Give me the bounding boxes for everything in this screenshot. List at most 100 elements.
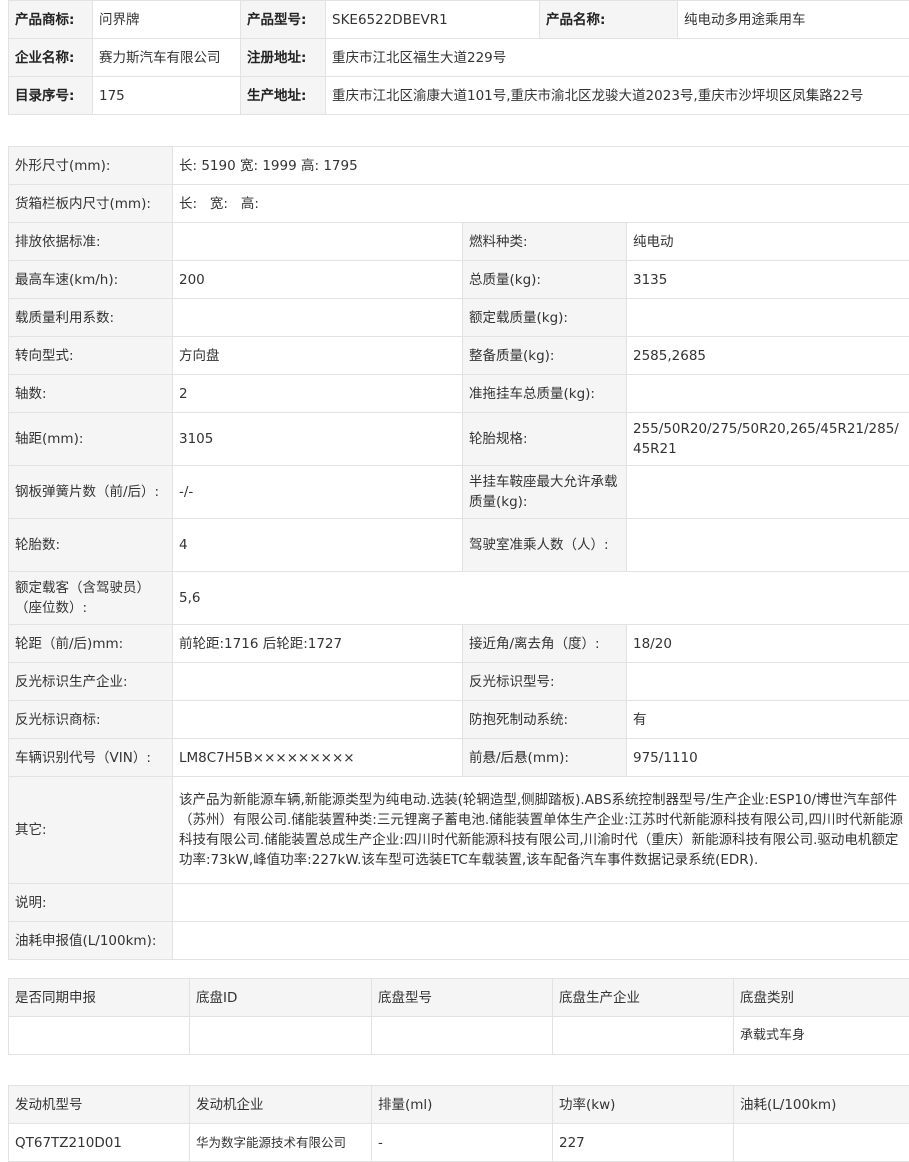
reflect-brand-label: 反光标识商标: [9, 701, 173, 739]
engine-displacement: - [372, 1124, 553, 1162]
company-label: 企业名称: [9, 39, 93, 77]
trailer-label: 准拖挂车总质量(kg): [463, 375, 627, 413]
spec-row: 转向型式: 方向盘 整备质量(kg): 2585,2685 [9, 337, 909, 375]
saddle-label: 半挂车鞍座最大允许承载质量(kg): [463, 466, 627, 519]
header-row-1: 产品商标: 问界牌 产品型号: SKE6522DBEVR1 产品名称: 纯电动多… [9, 1, 909, 39]
chassis-header-row: 是否同期申报 底盘ID 底盘型号 底盘生产企业 底盘类别 [9, 979, 909, 1017]
spring-value: -/- [173, 466, 463, 519]
engine-table: 发动机型号 发动机企业 排量(ml) 功率(kw) 油耗(L/100km) QT… [8, 1085, 909, 1162]
axles-label: 轴数: [9, 375, 173, 413]
reg-addr-value: 重庆市江北区福生大道229号 [326, 39, 909, 77]
saddle-value [627, 466, 909, 519]
brand-label: 产品商标: [9, 1, 93, 39]
cab-value [627, 519, 909, 572]
reflect-mfr-value [173, 663, 463, 701]
chassis-header-type: 底盘类别 [734, 979, 909, 1017]
gross-label: 总质量(kg): [463, 261, 627, 299]
spec-row: 载质量利用系数: 额定载质量(kg): [9, 299, 909, 337]
spec-row: 说明: [9, 884, 909, 922]
spec-row: 额定载客（含驾驶员）（座位数）: 5,6 [9, 572, 909, 625]
seats-value: 5,6 [173, 572, 909, 625]
product-header-table: 产品商标: 问界牌 产品型号: SKE6522DBEVR1 产品名称: 纯电动多… [8, 0, 909, 115]
tires-label: 轮胎数: [9, 519, 173, 572]
overhang-label: 前悬/后悬(mm): [463, 739, 627, 777]
chassis-model [372, 1017, 553, 1055]
curb-label: 整备质量(kg): [463, 337, 627, 375]
reg-addr-label: 注册地址: [241, 39, 326, 77]
util-label: 载质量利用系数: [9, 299, 173, 337]
vin-label: 车辆识别代号（VIN）: [9, 739, 173, 777]
vin-value: LM8C7H5B××××××××× [173, 739, 463, 777]
engine-header-row: 发动机型号 发动机企业 排量(ml) 功率(kw) 油耗(L/100km) [9, 1086, 909, 1124]
spec-table: 外形尺寸(mm): 长: 5190 宽: 1999 高: 1795 货箱栏板内尺… [8, 146, 909, 960]
fuel-label: 燃料种类: [463, 223, 627, 261]
table-row: 承载式车身 [9, 1017, 909, 1055]
tires-value: 4 [173, 519, 463, 572]
dims-value: 长: 5190 宽: 1999 高: 1795 [173, 147, 909, 185]
spec-row: 轮距（前/后)mm: 前轮距:1716 后轮距:1727 接近角/离去角（度）:… [9, 625, 909, 663]
engine-header-consumption: 油耗(L/100km) [734, 1086, 909, 1124]
wheelbase-label: 轴距(mm): [9, 413, 173, 466]
spec-row: 其它: 该产品为新能源车辆,新能源类型为纯电动.选装(轮辋造型,侧脚踏板).AB… [9, 777, 909, 884]
steer-label: 转向型式: [9, 337, 173, 375]
rated-load-value [627, 299, 909, 337]
chassis-header-model: 底盘型号 [372, 979, 553, 1017]
seats-label: 额定载客（含驾驶员）（座位数）: [9, 572, 173, 625]
engine-header-displacement: 排量(ml) [372, 1086, 553, 1124]
engine-consumption [734, 1124, 909, 1162]
spec-row: 油耗申报值(L/100km): [9, 922, 909, 960]
track-label: 轮距（前/后)mm: [9, 625, 173, 663]
chassis-header-id: 底盘ID [190, 979, 372, 1017]
consumption-label: 油耗申报值(L/100km): [9, 922, 173, 960]
abs-value: 有 [627, 701, 909, 739]
catalog-label: 目录序号: [9, 77, 93, 115]
rated-load-label: 额定载质量(kg): [463, 299, 627, 337]
engine-header-maker: 发动机企业 [190, 1086, 372, 1124]
track-value: 前轮距:1716 后轮距:1727 [173, 625, 463, 663]
spec-row: 外形尺寸(mm): 长: 5190 宽: 1999 高: 1795 [9, 147, 909, 185]
note-label: 说明: [9, 884, 173, 922]
spec-row: 轴距(mm): 3105 轮胎规格: 255/50R20/275/50R20,2… [9, 413, 909, 466]
steer-value: 方向盘 [173, 337, 463, 375]
angle-label: 接近角/离去角（度）: [463, 625, 627, 663]
axles-value: 2 [173, 375, 463, 413]
engine-maker: 华为数字能源技术有限公司 [190, 1124, 372, 1162]
model-label: 产品型号: [241, 1, 326, 39]
spring-label: 钢板弹簧片数（前/后）: [9, 466, 173, 519]
header-row-2: 企业名称: 赛力斯汽车有限公司 注册地址: 重庆市江北区福生大道229号 [9, 39, 909, 77]
chassis-table: 是否同期申报 底盘ID 底盘型号 底盘生产企业 底盘类别 承载式车身 [8, 978, 909, 1055]
catalog-value: 175 [93, 77, 241, 115]
reflect-model-label: 反光标识型号: [463, 663, 627, 701]
reflect-model-value [627, 663, 909, 701]
spec-row: 货箱栏板内尺寸(mm): 长: 宽: 高: [9, 185, 909, 223]
spec-row: 钢板弹簧片数（前/后）: -/- 半挂车鞍座最大允许承载质量(kg): [9, 466, 909, 519]
cargo-label: 货箱栏板内尺寸(mm): [9, 185, 173, 223]
spec-row: 车辆识别代号（VIN）: LM8C7H5B××××××××× 前悬/后悬(mm)… [9, 739, 909, 777]
name-label: 产品名称: [540, 1, 678, 39]
prod-addr-value: 重庆市江北区渝康大道101号,重庆市渝北区龙骏大道2023号,重庆市沙坪坝区凤集… [326, 77, 909, 115]
chassis-id [190, 1017, 372, 1055]
spec-row: 排放依据标准: 燃料种类: 纯电动 [9, 223, 909, 261]
other-label: 其它: [9, 777, 173, 884]
wheelbase-value: 3105 [173, 413, 463, 466]
dims-label: 外形尺寸(mm): [9, 147, 173, 185]
emission-value [173, 223, 463, 261]
table-row: QT67TZ210D01 华为数字能源技术有限公司 - 227 [9, 1124, 909, 1162]
trailer-value [627, 375, 909, 413]
gross-value: 3135 [627, 261, 909, 299]
name-value: 纯电动多用途乘用车 [678, 1, 909, 39]
chassis-header-same-period: 是否同期申报 [9, 979, 190, 1017]
engine-power: 227 [553, 1124, 734, 1162]
cab-label: 驾驶室准乘人数（人）: [463, 519, 627, 572]
tire-spec-label: 轮胎规格: [463, 413, 627, 466]
engine-header-power: 功率(kw) [553, 1086, 734, 1124]
chassis-header-maker: 底盘生产企业 [553, 979, 734, 1017]
note-value [173, 884, 909, 922]
spec-row: 反光标识商标: 防抱死制动系统: 有 [9, 701, 909, 739]
speed-value: 200 [173, 261, 463, 299]
overhang-value: 975/1110 [627, 739, 909, 777]
model-value: SKE6522DBEVR1 [326, 1, 540, 39]
angle-value: 18/20 [627, 625, 909, 663]
spec-row: 最高车速(km/h): 200 总质量(kg): 3135 [9, 261, 909, 299]
reflect-mfr-label: 反光标识生产企业: [9, 663, 173, 701]
